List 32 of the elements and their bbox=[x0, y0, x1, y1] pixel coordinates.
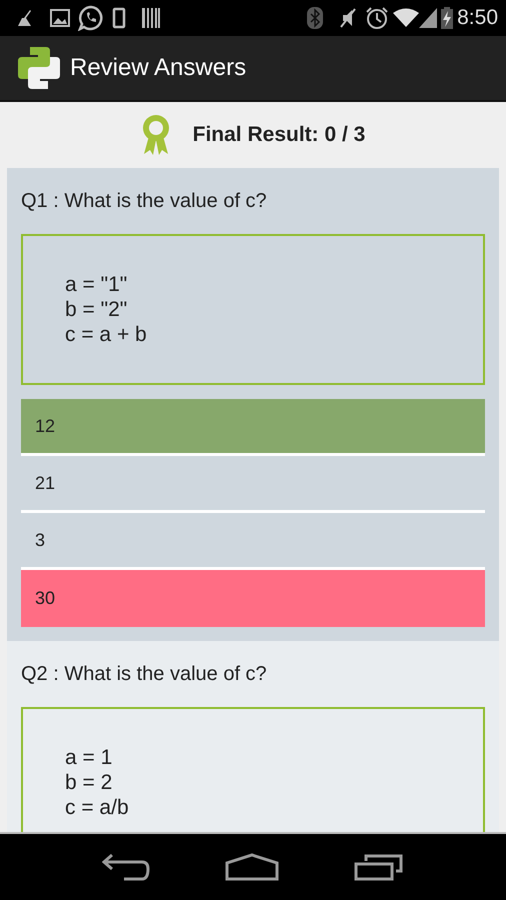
muted-icon bbox=[339, 7, 358, 29]
answer-option[interactable]: 12 bbox=[21, 399, 485, 456]
answer-option[interactable]: 30 bbox=[21, 570, 485, 627]
award-ribbon-icon bbox=[140, 114, 171, 156]
wifi-icon bbox=[393, 8, 420, 28]
code-line: a = "1" bbox=[65, 272, 128, 297]
code-line: b = "2" bbox=[65, 297, 128, 322]
broom-icon bbox=[16, 9, 34, 27]
python-logo-icon[interactable] bbox=[16, 45, 62, 91]
bluetooth-icon bbox=[307, 7, 324, 29]
question-text: Q2 : What is the value of c? bbox=[21, 662, 268, 687]
answer-option[interactable]: 21 bbox=[21, 456, 485, 513]
code-line: c = a + b bbox=[65, 322, 148, 347]
home-icon[interactable] bbox=[224, 853, 279, 881]
alarm-icon bbox=[365, 6, 390, 30]
clock-time: 8:50 bbox=[457, 5, 498, 32]
screen-title: Review Answers bbox=[70, 53, 246, 83]
battery-icon bbox=[441, 7, 454, 29]
question-text: Q1 : What is the value of c? bbox=[21, 189, 268, 214]
code-line: c = a/b bbox=[65, 795, 130, 820]
phone-icon bbox=[112, 7, 126, 29]
question-card[interactable]: Q2 : What is the value of c? a = 1 b = 2 c = a/b bbox=[7, 641, 499, 832]
recent-apps-icon[interactable] bbox=[354, 853, 404, 881]
code-line: a = 1 bbox=[65, 745, 114, 770]
barcode-icon bbox=[142, 8, 160, 28]
code-line: b = 2 bbox=[65, 770, 114, 795]
question-card[interactable]: Q1 : What is the value of c? a = "1" b = "2" c = a + b 12 21 3 30 bbox=[7, 168, 499, 641]
chat-bubble-icon bbox=[78, 5, 104, 31]
back-icon[interactable] bbox=[102, 853, 150, 881]
signal-icon bbox=[419, 8, 438, 28]
final-result: Final Result: 0 / 3 bbox=[192, 122, 366, 148]
image-icon bbox=[50, 9, 70, 27]
